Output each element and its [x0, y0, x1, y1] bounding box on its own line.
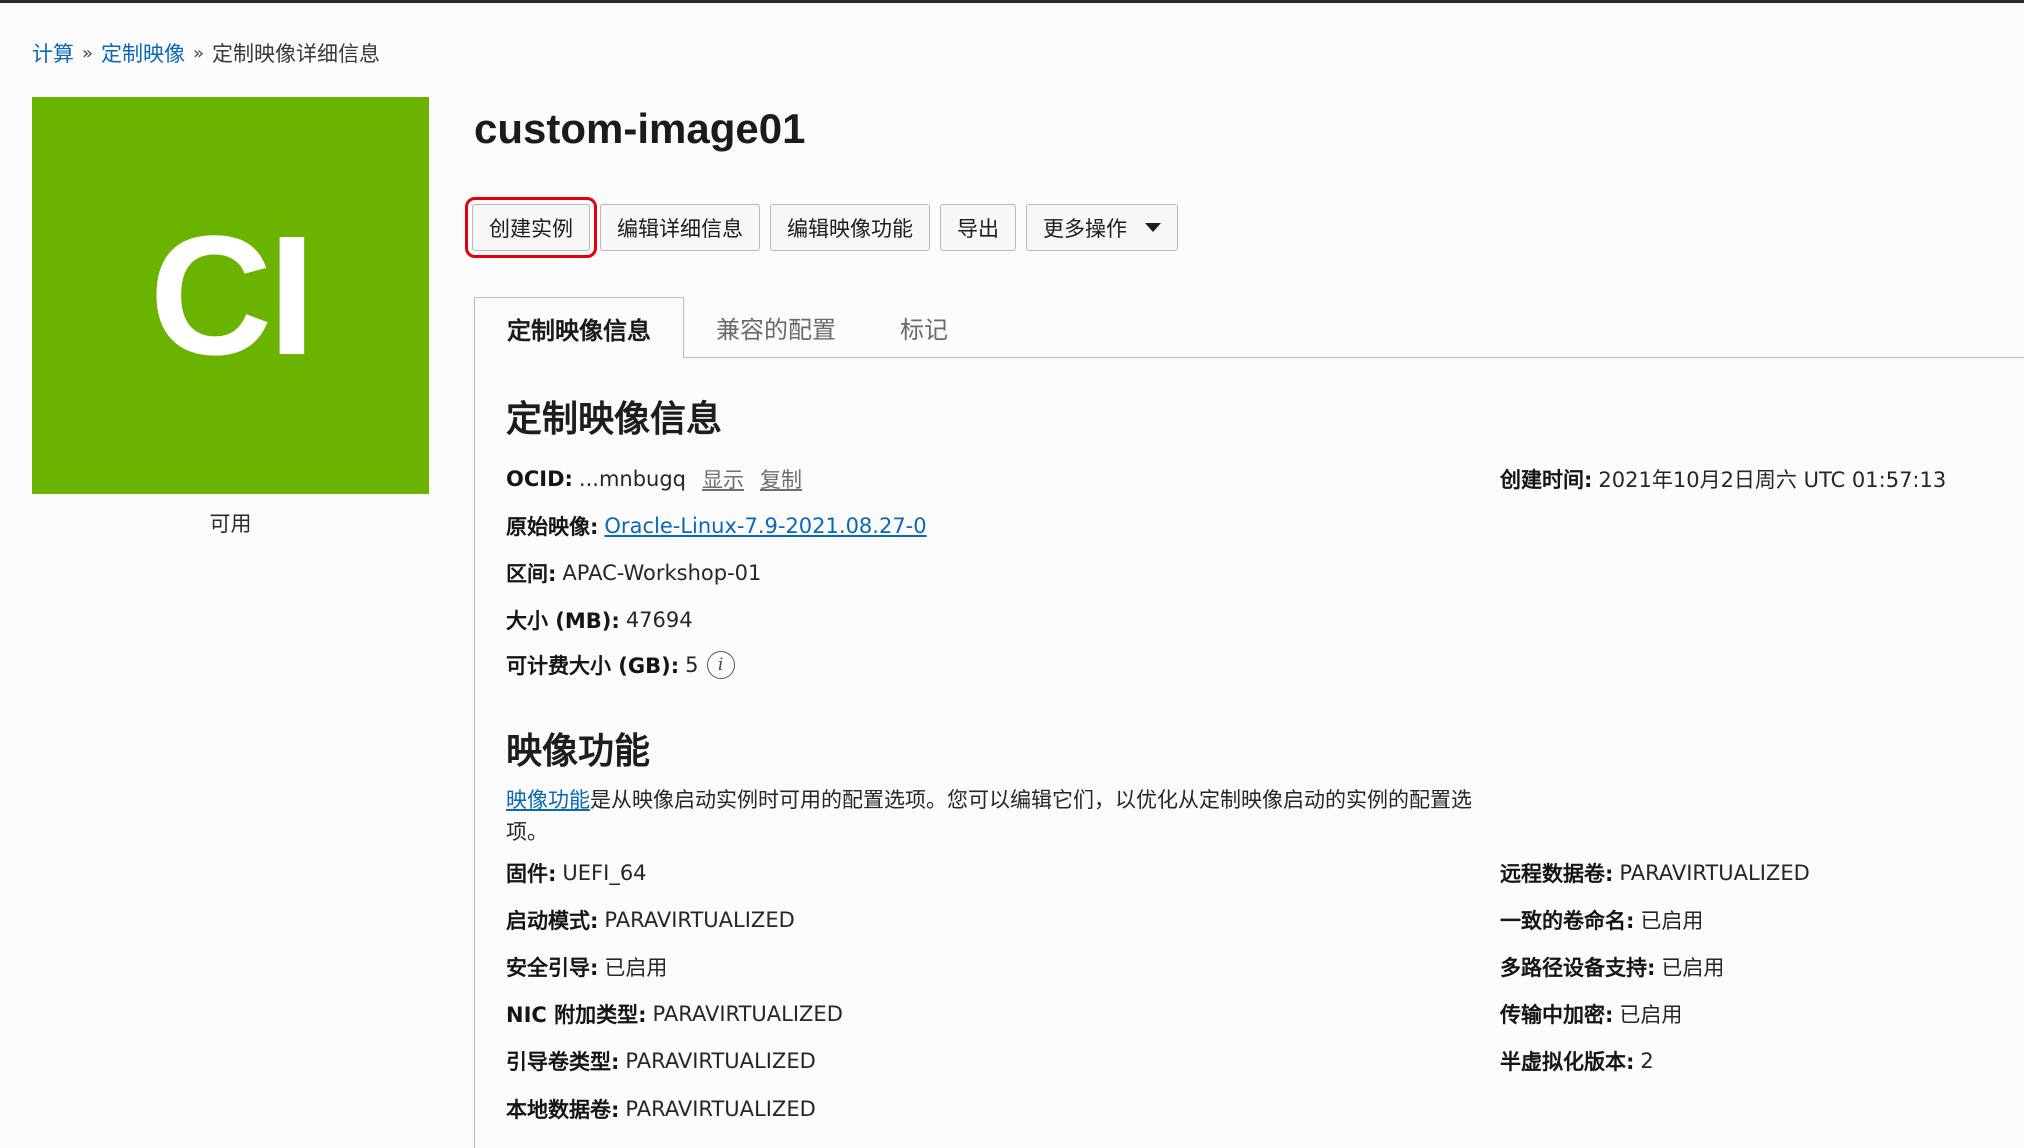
base-image-field: 原始映像: Oracle-Linux-7.9-2021.08.27-0: [506, 511, 927, 541]
billable-size-label: 可计费大小 (GB):: [506, 654, 680, 678]
capability-multipath: 多路径设备支持: 已启用: [1500, 952, 1724, 982]
info-icon[interactable]: i: [706, 651, 735, 679]
capability-value: UEFI_64: [562, 861, 647, 885]
image-capabilities-link[interactable]: 映像功能: [506, 788, 590, 812]
create-instance-button[interactable]: 创建实例: [465, 197, 597, 258]
compartment-label: 区间:: [506, 562, 557, 586]
breadcrumb-compute[interactable]: 计算: [32, 38, 74, 68]
capability-label: 传输中加密:: [1500, 1003, 1614, 1027]
tab-bar: 定制映像信息 兼容的配置 标记: [474, 297, 2024, 359]
capability-boot-volume-type: 引导卷类型: PARAVIRTUALIZED: [506, 1046, 816, 1076]
capability-label: 引导卷类型:: [506, 1050, 620, 1074]
ocid-value: ...mnbugq: [578, 467, 687, 491]
capability-local-data-volume: 本地数据卷: PARAVIRTUALIZED: [506, 1094, 816, 1124]
tab-custom-image-info[interactable]: 定制映像信息: [474, 297, 684, 359]
capability-label: NIC 附加类型:: [506, 1003, 647, 1027]
compartment-field: 区间: APAC-Workshop-01: [506, 558, 761, 588]
breadcrumb-current: 定制映像详细信息: [212, 42, 381, 66]
panel-border: [474, 357, 475, 1148]
breadcrumb-custom-images[interactable]: 定制映像: [101, 38, 185, 68]
capability-value: 已启用: [604, 956, 668, 980]
capability-nic-attachment: NIC 附加类型: PARAVIRTUALIZED: [506, 999, 843, 1029]
capability-value: PARAVIRTUALIZED: [652, 1002, 843, 1026]
tab-tags[interactable]: 标记: [868, 297, 980, 358]
capability-label: 安全引导:: [506, 956, 599, 980]
capability-value: PARAVIRTUALIZED: [1619, 861, 1810, 885]
capabilities-description-text: 是从映像启动实例时可用的配置选项。您可以编辑它们，以优化从定制映像启动的实例的配…: [506, 788, 1472, 844]
size-field: 大小 (MB): 47694: [506, 605, 693, 635]
billable-size-field: 可计费大小 (GB): 5 i: [506, 650, 735, 680]
ocid-label: OCID:: [506, 467, 573, 491]
capability-label: 一致的卷命名:: [1500, 909, 1635, 933]
capability-launch-mode: 启动模式: PARAVIRTUALIZED: [506, 905, 795, 935]
capability-firmware: 固件: UEFI_64: [506, 858, 647, 888]
capability-label: 多路径设备支持:: [1500, 956, 1656, 980]
capability-label: 本地数据卷:: [506, 1098, 620, 1122]
breadcrumb-separator: »: [193, 42, 205, 64]
export-button[interactable]: 导出: [940, 204, 1016, 251]
base-image-link[interactable]: Oracle-Linux-7.9-2021.08.27-0: [604, 514, 926, 538]
base-image-label: 原始映像:: [506, 515, 599, 539]
capability-secure-boot: 安全引导: 已启用: [506, 952, 667, 982]
capability-paravirtualization-version: 半虚拟化版本: 2: [1500, 1046, 1654, 1076]
badge-initials: CI: [149, 200, 316, 391]
size-label: 大小 (MB):: [506, 609, 620, 633]
capability-value: 已启用: [1619, 1003, 1683, 1027]
capability-label: 启动模式:: [506, 909, 599, 933]
capability-value: PARAVIRTUALIZED: [604, 908, 795, 932]
capability-remote-data-volume: 远程数据卷: PARAVIRTUALIZED: [1500, 858, 1810, 888]
capability-value: PARAVIRTUALIZED: [625, 1097, 816, 1121]
caret-down-icon: [1145, 223, 1161, 232]
capabilities-description: 映像功能是从映像启动实例时可用的配置选项。您可以编辑它们，以优化从定制映像启动的…: [506, 784, 1486, 848]
section-heading-capabilities: 映像功能: [506, 731, 651, 772]
more-actions-button[interactable]: 更多操作: [1026, 204, 1178, 251]
capability-label: 远程数据卷:: [1500, 862, 1614, 886]
capability-value: 已启用: [1640, 909, 1704, 933]
resource-badge: CI: [32, 97, 429, 494]
created-label: 创建时间:: [1500, 468, 1593, 492]
top-border: [0, 0, 2024, 3]
size-value: 47694: [625, 608, 693, 632]
copy-ocid-link[interactable]: 复制: [760, 464, 802, 494]
status-label: 可用: [209, 512, 252, 536]
capability-value: 已启用: [1661, 956, 1725, 980]
ocid-field: OCID: ...mnbugq 显示 复制: [506, 464, 802, 494]
capability-value: PARAVIRTUALIZED: [625, 1049, 816, 1073]
page-title: custom-image01: [474, 105, 806, 152]
billable-size-value: 5: [685, 653, 699, 677]
breadcrumb: 计算 » 定制映像 » 定制映像详细信息: [32, 38, 380, 68]
more-actions-label: 更多操作: [1043, 217, 1127, 241]
tab-compatible-shapes[interactable]: 兼容的配置: [684, 297, 868, 358]
capability-in-transit-encryption: 传输中加密: 已启用: [1500, 999, 1682, 1029]
show-ocid-link[interactable]: 显示: [702, 464, 744, 494]
capability-consistent-volume-naming: 一致的卷命名: 已启用: [1500, 905, 1703, 935]
created-value: 2021年10月2日周六 UTC 01:57:13: [1598, 468, 1947, 492]
action-toolbar: 创建实例 编辑详细信息 编辑映像功能 导出 更多操作: [465, 197, 1188, 258]
edit-image-capabilities-button[interactable]: 编辑映像功能: [770, 204, 930, 251]
created-field: 创建时间: 2021年10月2日周六 UTC 01:57:13: [1500, 464, 1946, 494]
edit-details-button[interactable]: 编辑详细信息: [600, 204, 760, 251]
capability-label: 半虚拟化版本:: [1500, 1050, 1635, 1074]
compartment-value: APAC-Workshop-01: [562, 561, 762, 585]
capability-label: 固件:: [506, 862, 557, 886]
capability-value: 2: [1640, 1049, 1654, 1073]
section-heading-info: 定制映像信息: [506, 399, 723, 440]
breadcrumb-separator: »: [82, 42, 94, 64]
